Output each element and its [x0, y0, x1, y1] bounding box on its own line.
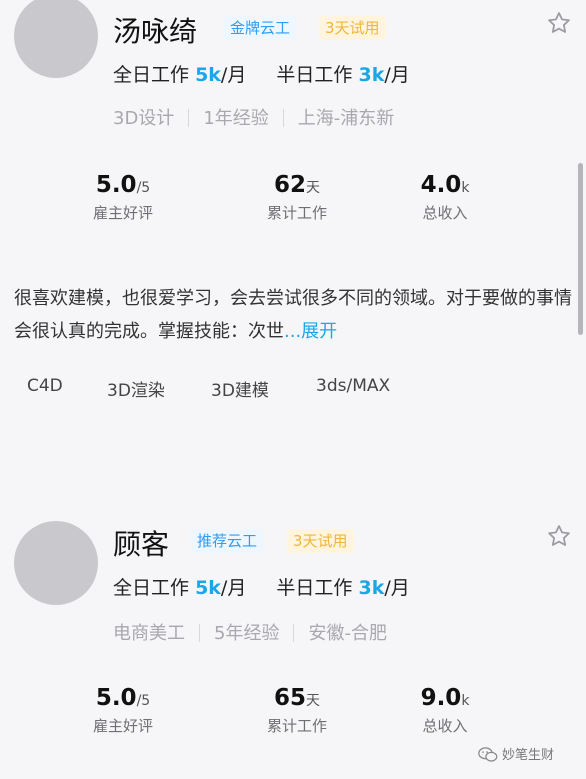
rating-unit: /5 [136, 693, 151, 709]
star-icon[interactable] [546, 10, 572, 36]
rating-value: 5.0 [95, 685, 137, 711]
gold-badge: 金牌云工 [224, 16, 297, 40]
divider [188, 109, 190, 127]
full-day-label: 全日工作 [113, 577, 190, 599]
stat-work-days: 65天 累计工作 [217, 685, 377, 736]
trial-badge: 3天试用 [319, 16, 386, 40]
rating-value: 5.0 [95, 172, 137, 198]
freelancer-name: 汤咏绮 [113, 15, 198, 48]
salary-row: 全日工作 5k/月 半日工作 3k/月 [113, 60, 410, 87]
work-days-label: 累计工作 [266, 717, 327, 735]
income-value: 4.0 [420, 172, 462, 198]
skill-list: C4D 3D渲染 3D建模 3ds/MAX [0, 376, 586, 412]
expand-link[interactable]: ...展开 [284, 321, 337, 342]
skill-tag: 3D渲染 [107, 381, 165, 401]
tag-location: 上海-浦东新 [297, 108, 395, 129]
star-icon[interactable] [546, 523, 572, 549]
work-days-value: 62 [273, 172, 306, 198]
half-day-label: 半日工作 [276, 64, 353, 86]
bio-text: 很喜欢建模，也很爱学习，会去尝试很多不同的领域。对于要做的事情会很认真的完成。掌… [14, 282, 574, 348]
income-label: 总收入 [422, 717, 468, 735]
divider [293, 624, 295, 642]
income-unit: k [461, 180, 470, 196]
half-day-rate: 3k [358, 64, 385, 86]
profile-tags: 3D设计 1年经验 上海-浦东新 [113, 104, 394, 130]
divider [199, 624, 200, 642]
salary-row: 全日工作 5k/月 半日工作 3k/月 [113, 573, 410, 600]
tag-location: 安徽-合肥 [308, 623, 387, 644]
watermark: 妙笔生财 [478, 744, 554, 766]
full-day-rate: 5k [195, 577, 221, 599]
income-value: 9.0 [420, 685, 462, 711]
skill-tag: 3D建模 [211, 381, 269, 401]
income-label: 总收入 [422, 204, 468, 222]
work-days-label: 累计工作 [266, 204, 327, 222]
freelancer-card[interactable]: 汤咏绮 金牌云工 3天试用 全日工作 5k/月 半日工作 3k/月 3D设计 1年… [0, 0, 586, 470]
rating-label: 雇主好评 [92, 717, 153, 735]
full-day-unit: /月 [220, 577, 247, 599]
stats-row: 5.0/5 雇主好评 65天 累计工作 9.0k 总收入 [0, 685, 586, 745]
avatar[interactable] [14, 0, 98, 78]
skill-tag: 3ds/MAX [316, 376, 391, 396]
stats-row: 5.0/5 雇主好评 62天 累计工作 4.0k 总收入 [0, 172, 586, 232]
work-days-unit: 天 [306, 693, 320, 709]
work-days-value: 65 [273, 685, 306, 711]
rating-label: 雇主好评 [92, 204, 153, 222]
stat-work-days: 62天 累计工作 [217, 172, 377, 223]
full-day-label: 全日工作 [113, 64, 190, 86]
work-days-unit: 天 [306, 180, 320, 196]
half-day-unit: /月 [384, 577, 410, 599]
half-day-rate: 3k [358, 577, 385, 599]
tag-category: 电商美工 [113, 623, 185, 644]
wechat-icon [478, 747, 498, 762]
half-day-unit: /月 [384, 64, 410, 86]
freelancer-card[interactable]: 顾客 推荐云工 3天试用 全日工作 5k/月 半日工作 3k/月 电商美工 5年经… [0, 505, 586, 779]
tag-experience: 5年经验 [214, 623, 280, 644]
stat-rating: 5.0/5 雇主好评 [43, 685, 203, 736]
full-day-rate: 5k [195, 64, 221, 86]
watermark-text: 妙笔生财 [502, 748, 555, 763]
stat-income: 4.0k 总收入 [365, 172, 525, 223]
profile-tags: 电商美工 5年经验 安徽-合肥 [113, 619, 387, 645]
skill-tag: C4D [27, 376, 63, 396]
stat-income: 9.0k 总收入 [365, 685, 525, 736]
income-unit: k [461, 693, 470, 709]
divider [282, 109, 284, 127]
freelancer-name: 顾客 [113, 528, 170, 561]
half-day-label: 半日工作 [276, 577, 353, 599]
rating-unit: /5 [136, 180, 151, 196]
trial-badge: 3天试用 [287, 529, 354, 553]
full-day-unit: /月 [220, 64, 247, 86]
tag-experience: 1年经验 [203, 108, 269, 129]
avatar[interactable] [14, 521, 98, 605]
recommended-badge: 推荐云工 [191, 529, 264, 553]
stat-rating: 5.0/5 雇主好评 [43, 172, 203, 223]
tag-category: 3D设计 [113, 108, 175, 129]
scrollbar[interactable] [578, 163, 583, 335]
